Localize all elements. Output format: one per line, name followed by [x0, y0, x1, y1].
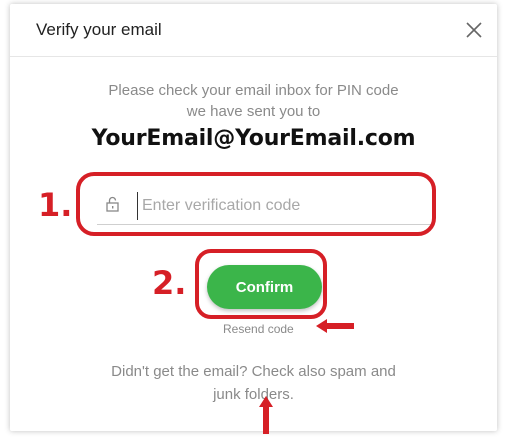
close-icon[interactable]: [464, 20, 484, 40]
dialog-header: Verify your email: [10, 4, 497, 57]
hint-line-1: Didn't get the email? Check also spam an…: [111, 363, 396, 380]
annotation-step-2: 2.: [152, 264, 187, 302]
annotation-box-code-field: [76, 172, 436, 236]
instruction-line-2: we have sent you to: [186, 103, 321, 120]
instruction-text: Please check your email inbox for PIN co…: [70, 80, 437, 122]
annotation-step-1: 1.: [38, 186, 73, 224]
annotation-arrow-left-icon: [316, 319, 354, 333]
resend-code-link[interactable]: Resend code: [223, 322, 294, 336]
annotation-box-confirm: [195, 249, 327, 319]
annotation-arrow-up-icon: [259, 396, 273, 434]
instruction-line-1: Please check your email inbox for PIN co…: [108, 82, 399, 99]
dialog-title: Verify your email: [36, 20, 162, 39]
hint-line-2: junk folders.: [213, 386, 294, 403]
spam-hint-text: Didn't get the email? Check also spam an…: [90, 360, 417, 406]
email-address: YourEmail@YourEmail.com: [91, 126, 416, 151]
